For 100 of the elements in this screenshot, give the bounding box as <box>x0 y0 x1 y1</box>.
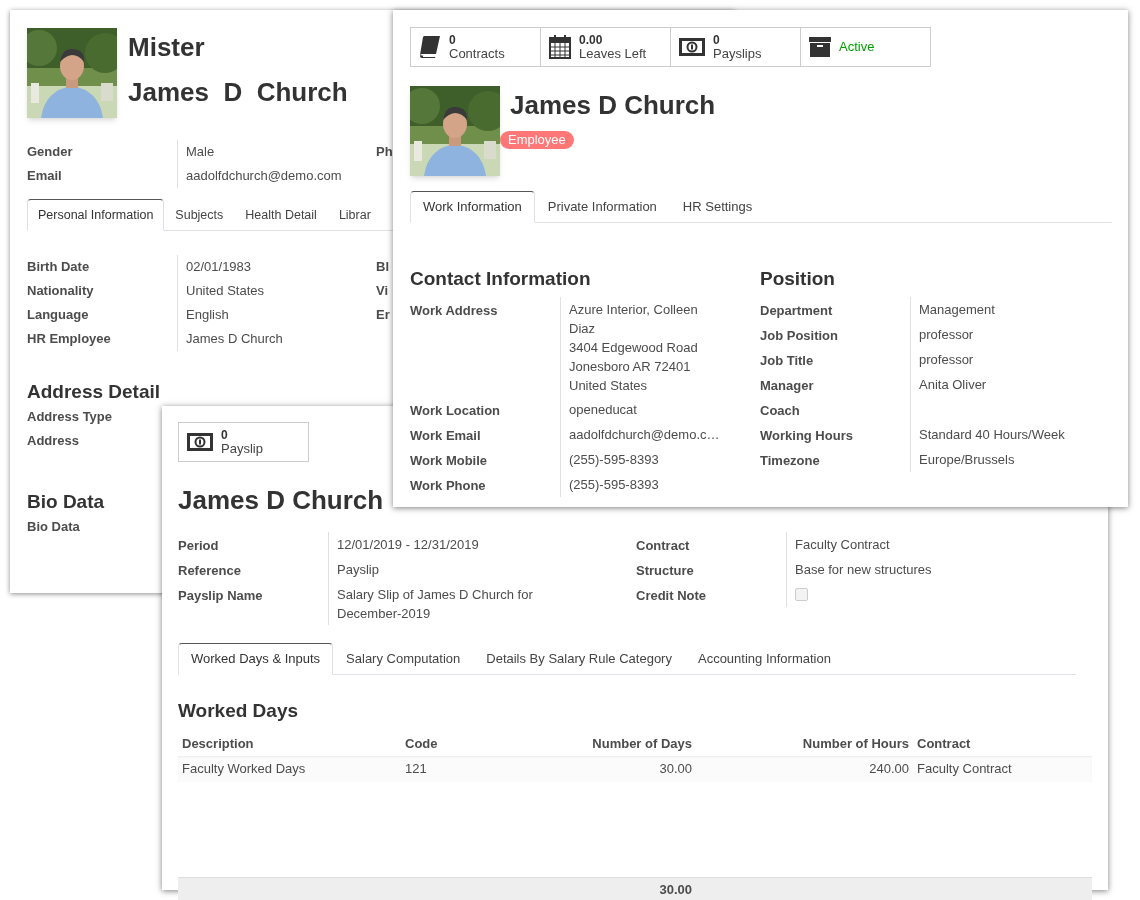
field-value: professor <box>919 350 975 369</box>
field-label: Department <box>760 302 833 318</box>
tab[interactable]: Salary Computation <box>333 643 474 675</box>
field-label: Contract <box>636 537 690 553</box>
field-label: Coach <box>760 402 800 418</box>
salutation: Mister <box>128 31 206 64</box>
column-header: Code <box>404 735 439 754</box>
field-label: Gender <box>27 143 73 162</box>
field-label: Address <box>27 432 80 451</box>
tab[interactable]: Health Detail <box>234 199 328 231</box>
field-label: Nationality <box>27 282 94 301</box>
stat-button[interactable]: 0.00 Leaves Left <box>540 27 671 67</box>
field-value: (255)-595-8393 <box>569 450 660 469</box>
field-value: Faculty Contract <box>795 536 890 554</box>
table-cell-text: Faculty Worked Days <box>181 760 307 779</box>
field-label: Email <box>27 167 62 186</box>
field-value: 02/01/1983 <box>186 258 252 277</box>
tab[interactable]: HR Settings <box>669 191 766 223</box>
tab[interactable]: Work Information <box>410 191 535 223</box>
field-value: Management <box>919 300 996 319</box>
field-label: Bl <box>376 258 389 277</box>
calendar-icon <box>549 35 571 59</box>
payslip-title: James D Church <box>178 484 384 517</box>
field-value: 12/01/2019 - 12/31/2019 <box>337 535 480 554</box>
tab[interactable]: Worked Days & Inputs <box>178 643 334 675</box>
tab[interactable]: Personal Information <box>27 199 165 231</box>
banknote-icon <box>679 38 705 56</box>
tab[interactable]: Details By Salary Rule Category <box>473 643 685 675</box>
field-label: Working Hours <box>760 427 853 443</box>
field-value: James D Church <box>186 330 283 349</box>
field-label: Structure <box>636 562 694 578</box>
field-value: aadolfdchurch@demo.com <box>186 167 342 186</box>
field-value: English <box>186 306 229 325</box>
column-header: Contract <box>916 735 972 754</box>
field-label: Payslip Name <box>178 587 263 603</box>
field-label: Reference <box>178 562 241 578</box>
field-label: Job Title <box>760 352 814 368</box>
stat-button[interactable]: 0 Payslip <box>178 422 309 462</box>
field-label: Work Phone <box>410 477 486 493</box>
field-value: Payslip <box>337 560 380 579</box>
field-value: Anita Oliver <box>919 375 988 394</box>
field-label: Work Email <box>410 427 481 443</box>
field-value: aadolfdchurch@demo.c… <box>569 425 719 444</box>
stat-button[interactable]: 0 Payslips <box>670 27 801 67</box>
field-value: (255)-595-8393 <box>569 475 660 494</box>
field-value: United States <box>569 376 649 395</box>
person-name: James D Church <box>128 76 348 109</box>
tab[interactable]: Subjects <box>164 199 235 231</box>
field-label: Credit Note <box>636 587 707 603</box>
employee-name: James D Church <box>510 89 716 122</box>
field-label: Ph <box>376 143 393 162</box>
tab[interactable]: Librar <box>327 199 372 231</box>
field-label: Work Mobile <box>410 452 488 468</box>
table-row[interactable]: Faculty Worked Days 121 30.00 240.00 Faculty Contract <box>178 756 1092 782</box>
field-value: Europe/Brussels <box>919 450 1016 469</box>
field-label: HR Employee <box>27 330 111 349</box>
section-heading: Bio Data <box>27 490 105 514</box>
field-value: United States <box>186 282 265 301</box>
field-value: professor <box>919 325 975 344</box>
section-heading: Address Detail <box>27 380 161 404</box>
field-label: Er <box>376 306 390 325</box>
field-value: 3404 Edgewood Road <box>569 338 699 357</box>
field-value: Standard 40 Hours/Week <box>919 425 1066 444</box>
field-value: Male <box>186 143 215 162</box>
table-cell-text: 30.00 <box>658 760 693 779</box>
field-label: Work Address <box>410 302 498 318</box>
column-header: Description <box>181 735 255 754</box>
book-icon <box>419 35 441 59</box>
tab[interactable]: Private Information <box>534 191 670 223</box>
table-cell-text: 121 <box>404 760 428 779</box>
field-label: Manager <box>760 377 814 393</box>
field-label: Vi <box>376 282 389 301</box>
column-header: Number of Days <box>591 735 693 754</box>
section-heading: Worked Days <box>178 699 299 723</box>
field-value: Salary Slip of James D Church for December-2019 <box>337 585 534 623</box>
field-label: Bio Data <box>27 518 80 537</box>
field-label: Address Type <box>27 408 112 427</box>
archive-box-icon <box>809 36 831 58</box>
field-label: Timezone <box>760 452 820 468</box>
field-label: Period <box>178 537 219 553</box>
table-cell-text: 240.00 <box>868 760 910 779</box>
field-value: Jonesboro AR 72401 <box>569 357 692 376</box>
field-value: Azure Interior, Colleen Diaz <box>569 300 699 338</box>
stat-button[interactable]: Active <box>800 27 931 67</box>
status-badge: Employee <box>500 131 574 149</box>
field-value: openeducat <box>569 400 638 419</box>
section-heading: Position <box>760 267 835 291</box>
banknote-icon <box>187 433 213 451</box>
table-cell-text: Faculty Contract <box>916 760 1013 779</box>
tab[interactable]: Accounting Information <box>684 643 844 675</box>
field-label: Birth Date <box>27 258 90 277</box>
checkbox[interactable] <box>795 588 808 601</box>
field-label: Job Position <box>760 327 838 343</box>
field-value: Base for new structures <box>795 561 932 579</box>
stat-button[interactable]: 0 Contracts <box>410 27 541 67</box>
total-days: 30.00 <box>561 880 696 900</box>
section-heading: Contact Information <box>410 267 591 291</box>
column-header: Number of Hours <box>801 735 910 754</box>
field-label: Language <box>27 306 89 325</box>
field-label: Work Location <box>410 402 501 418</box>
